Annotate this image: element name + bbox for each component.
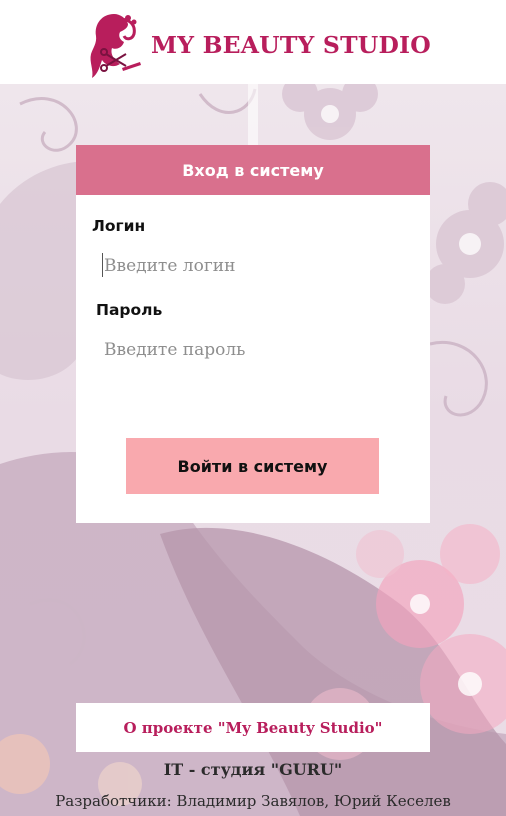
app-header: MY BEAUTY STUDIO bbox=[0, 0, 506, 84]
login-label: Логин bbox=[92, 217, 146, 235]
about-project-link[interactable]: О проекте "My Beauty Studio" bbox=[76, 703, 430, 752]
woman-silhouette-with-scissors-icon bbox=[90, 14, 141, 78]
studio-credit: IT - студия "GURU" bbox=[163, 760, 343, 779]
developers-credit: Разработчики: Владимир Завялов, Юрий Кес… bbox=[55, 792, 451, 810]
login-button[interactable]: Войти в систему bbox=[126, 438, 379, 494]
app-title: MY BEAUTY STUDIO bbox=[151, 31, 431, 59]
login-card-title: Вход в систему bbox=[76, 145, 430, 195]
password-label: Пароль bbox=[96, 301, 163, 319]
login-input[interactable] bbox=[102, 250, 404, 282]
login-card: Вход в систему Логин Пароль Войти в сист… bbox=[76, 145, 430, 523]
password-input[interactable] bbox=[102, 334, 404, 366]
